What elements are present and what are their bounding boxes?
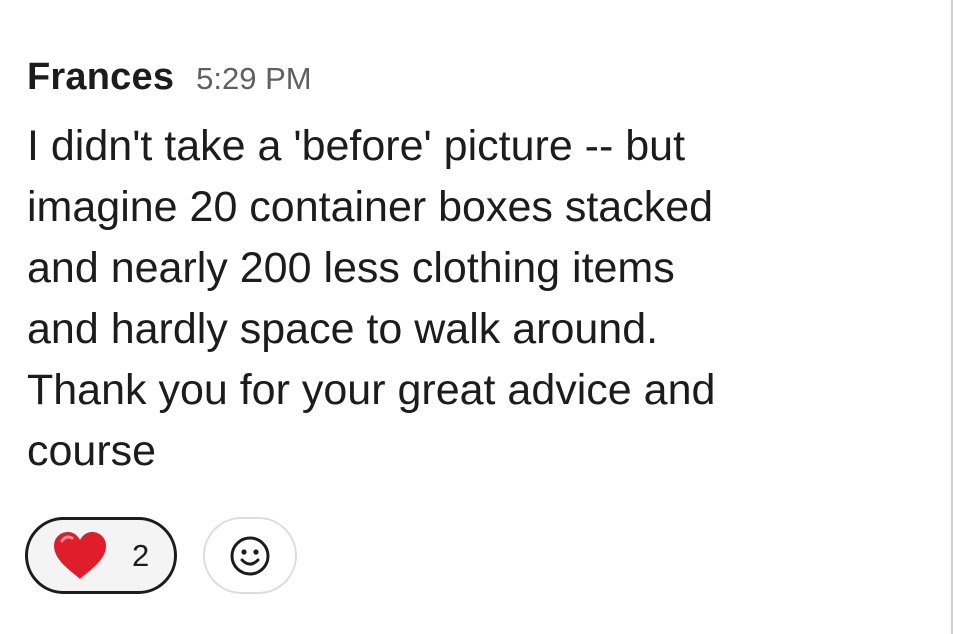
message-header: Frances 5:29 PM (27, 56, 927, 100)
message-text: I didn't take a 'before' picture -- but … (27, 116, 907, 482)
message-timestamp[interactable]: 5:29 PM (196, 61, 311, 97)
message-line: I didn't take a 'before' picture -- but (27, 122, 686, 170)
message-line: and hardly space to walk around. (27, 305, 659, 353)
message-line: and nearly 200 less clothing items (27, 244, 675, 292)
message-container: Frances 5:29 PM I didn't take a 'before'… (27, 56, 927, 482)
reaction-bar: 2 (25, 517, 297, 594)
smiley-face-icon (229, 535, 271, 577)
message-line: Thank you for your great advice and (27, 366, 716, 414)
message-line: course (27, 427, 157, 475)
sender-name[interactable]: Frances (27, 56, 174, 99)
message-line: imagine 20 container boxes stacked (27, 183, 714, 231)
heart-reaction-button[interactable]: 2 (25, 517, 177, 594)
reaction-count: 2 (132, 537, 150, 573)
add-reaction-button[interactable] (203, 517, 297, 594)
heart-icon (52, 531, 108, 581)
